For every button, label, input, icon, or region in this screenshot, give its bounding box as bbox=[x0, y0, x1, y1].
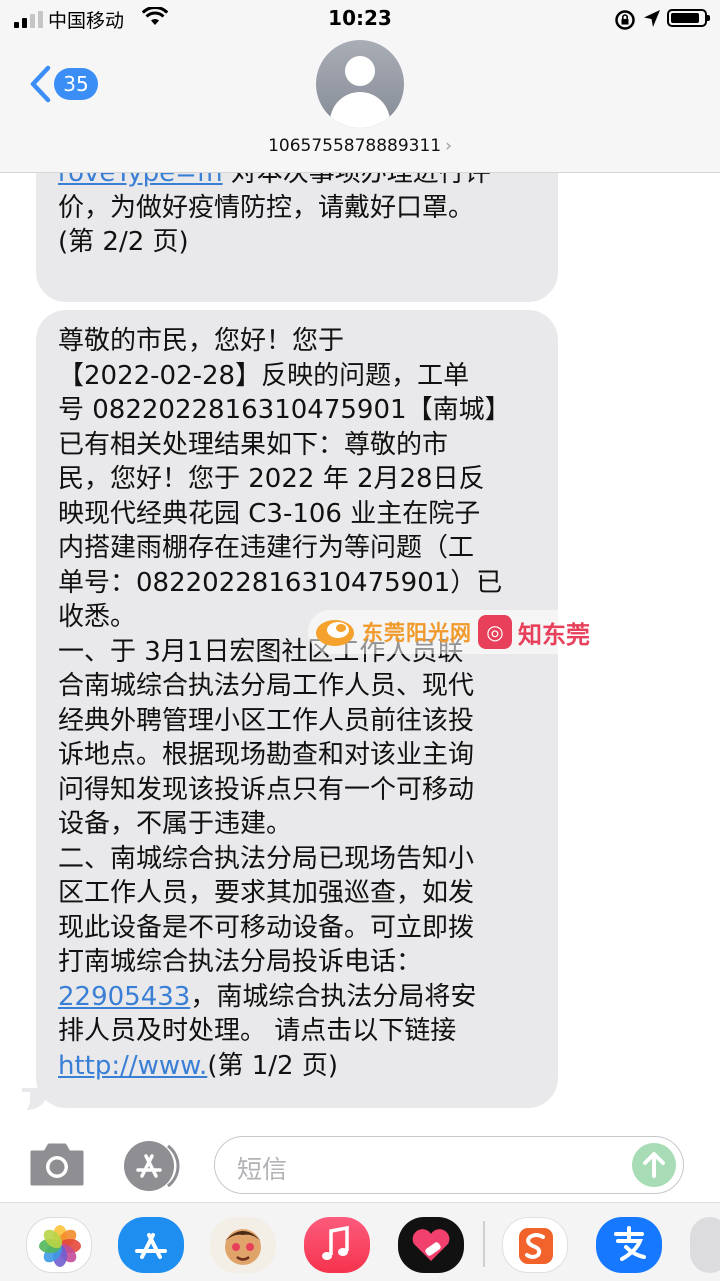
memoji-icon[interactable] bbox=[210, 1217, 276, 1273]
message-line: 民，您好！您于 2022 年 2月28日反 bbox=[58, 464, 485, 494]
message-line: 单号：0822022816310475901）已 bbox=[58, 567, 503, 598]
message-bubble-page-1[interactable]: 尊敬的市民，您好！您于 【2022-02-28】反映的问题，工单 号 08220… bbox=[36, 310, 558, 1108]
message-line: 二、南城综合执法分局已现场告知小 bbox=[58, 843, 475, 874]
message-line: 现此设备是不可移动设备。可立即拨 bbox=[58, 912, 475, 943]
camera-icon[interactable] bbox=[28, 1140, 86, 1188]
alipay-icon[interactable] bbox=[596, 1217, 662, 1273]
message-line: 内搭建雨棚存在违建行为等问题（工 bbox=[58, 533, 475, 563]
message-input-placeholder: 短信 bbox=[237, 1155, 288, 1184]
message-line: 号 0822022816310475901【南城】 bbox=[58, 395, 511, 425]
message-line: 合南城综合执法分局工作人员、现代 bbox=[58, 671, 475, 701]
conversation-header: 中国移动 10:23 35 1065755878889311 › bbox=[0, 0, 720, 173]
sun-logo-icon bbox=[316, 620, 354, 646]
watermark: 东莞阳光网 ◎ 知东莞 bbox=[308, 610, 648, 654]
app-store-button-icon[interactable] bbox=[122, 1140, 182, 1192]
imessage-app-drawer bbox=[0, 1202, 720, 1281]
watermark-brand-1: 东莞阳光网 bbox=[362, 621, 472, 645]
message-line: 已有相关处理结果如下：尊敬的市 bbox=[58, 429, 449, 460]
clock: 10:23 bbox=[328, 6, 392, 30]
message-line: 尊敬的市民，您好！您于 bbox=[58, 326, 345, 356]
message-line: 问得知发现该投诉点只有一个可移动 bbox=[58, 774, 475, 805]
watermark-brand-2: 知东莞 bbox=[518, 620, 590, 649]
message-line: 设备，不属于违建。 bbox=[58, 809, 293, 839]
message-line: 映现代经典花园 C3-106 业主在院子 bbox=[58, 498, 481, 529]
message-line: 价，为做好疫情防控，请戴好口罩。 bbox=[58, 192, 475, 223]
unread-count-badge[interactable]: 35 bbox=[54, 68, 98, 100]
eye-logo-icon: ◎ bbox=[478, 615, 512, 649]
message-line: http://www.(第 1/2 页) bbox=[58, 1050, 338, 1081]
chevron-right-icon: › bbox=[445, 136, 452, 156]
message-line: 诉地点。根据现场勘查和对该业主询 bbox=[58, 740, 475, 770]
sogou-icon[interactable] bbox=[502, 1217, 568, 1273]
send-button[interactable] bbox=[632, 1143, 676, 1187]
arrow-up-icon bbox=[643, 1152, 665, 1178]
sender-number[interactable]: 1065755878889311 › bbox=[0, 136, 720, 156]
more-apps-icon[interactable] bbox=[690, 1217, 720, 1273]
message-line: 22905433，南城综合执法分局将安 bbox=[58, 981, 477, 1012]
phone-link[interactable]: 22905433 bbox=[58, 982, 190, 1012]
music-icon[interactable] bbox=[304, 1217, 370, 1273]
location-icon bbox=[644, 10, 660, 27]
url-link[interactable]: http://www. bbox=[58, 1051, 207, 1081]
message-input[interactable]: 短信 bbox=[214, 1136, 684, 1194]
message-line: 【2022-02-28】反映的问题，工单 bbox=[58, 360, 470, 391]
digital-touch-icon[interactable] bbox=[398, 1217, 464, 1273]
status-bar: 中国移动 10:23 bbox=[0, 0, 720, 38]
message-line: (第 2/2 页) bbox=[58, 227, 189, 257]
app-store-icon[interactable] bbox=[118, 1217, 184, 1273]
message-line: 区工作人员，要求其加强巡查，如发 bbox=[58, 878, 475, 908]
message-line: 经典外聘管理小区工作人员前往该投 bbox=[58, 705, 475, 736]
photos-icon[interactable] bbox=[26, 1217, 92, 1273]
drawer-divider bbox=[483, 1221, 485, 1267]
rotation-lock-icon bbox=[615, 10, 635, 30]
message-line: 排人员及时处理。 请点击以下链接 bbox=[58, 1016, 457, 1046]
contact-avatar[interactable] bbox=[316, 40, 404, 128]
battery-icon bbox=[667, 9, 710, 27]
back-chevron-icon[interactable] bbox=[28, 64, 52, 104]
message-line: 打南城综合执法分局投诉电话： bbox=[58, 947, 423, 977]
